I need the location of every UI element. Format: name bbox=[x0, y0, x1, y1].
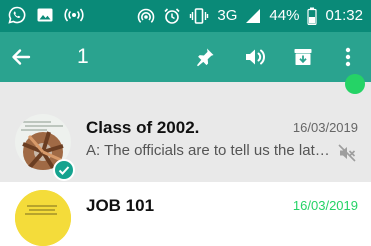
checkmark-icon bbox=[58, 166, 70, 175]
battery-percent: 44% bbox=[269, 7, 300, 24]
unmute-button[interactable] bbox=[243, 44, 269, 70]
selected-count: 1 bbox=[77, 45, 89, 68]
vibrate-icon bbox=[190, 8, 209, 24]
clock: 01:32 bbox=[325, 7, 363, 24]
chat-last-message: A: The officials are to tell us the late… bbox=[86, 142, 334, 159]
hotspot-icon bbox=[138, 8, 155, 23]
more-options-button[interactable] bbox=[335, 44, 361, 70]
chat-row-partial[interactable] bbox=[0, 74, 371, 96]
more-options-icon bbox=[345, 47, 351, 67]
chat-title: JOB 101 bbox=[86, 196, 155, 215]
chat-avatar[interactable] bbox=[15, 190, 71, 246]
archive-button[interactable] bbox=[290, 44, 316, 70]
status-bar: 3G 44% 01:32 bbox=[0, 0, 371, 32]
alarm-icon bbox=[164, 8, 180, 24]
chat-date: 16/03/2019 bbox=[292, 120, 358, 135]
pin-chat-button[interactable] bbox=[192, 44, 218, 70]
unmute-icon bbox=[246, 49, 265, 65]
unread-badge bbox=[345, 74, 365, 94]
chat-title: Class of 2002. bbox=[86, 118, 200, 137]
network-type: 3G bbox=[217, 7, 238, 24]
chat-date: 16/03/2019 bbox=[292, 198, 358, 213]
signal-icon bbox=[246, 9, 261, 23]
back-button[interactable] bbox=[8, 44, 34, 70]
job-avatar-image-icon bbox=[15, 190, 71, 246]
pin-icon bbox=[197, 48, 214, 67]
whatsapp-icon bbox=[8, 6, 26, 24]
back-arrow-icon bbox=[12, 49, 31, 65]
chat-row-selected[interactable]: Class of 2002. 16/03/2019 A: The officia… bbox=[0, 96, 371, 182]
image-icon bbox=[37, 8, 53, 22]
chat-list: Class of 2002. 16/03/2019 A: The officia… bbox=[0, 74, 371, 246]
muted-icon bbox=[338, 144, 356, 162]
selection-action-bar: 1 bbox=[0, 32, 371, 82]
archive-icon bbox=[294, 49, 312, 65]
selected-check bbox=[53, 159, 75, 181]
chat-row[interactable]: JOB 101 16/03/2019 bbox=[0, 182, 371, 246]
battery-icon bbox=[307, 7, 318, 25]
broadcast-icon bbox=[64, 8, 84, 22]
